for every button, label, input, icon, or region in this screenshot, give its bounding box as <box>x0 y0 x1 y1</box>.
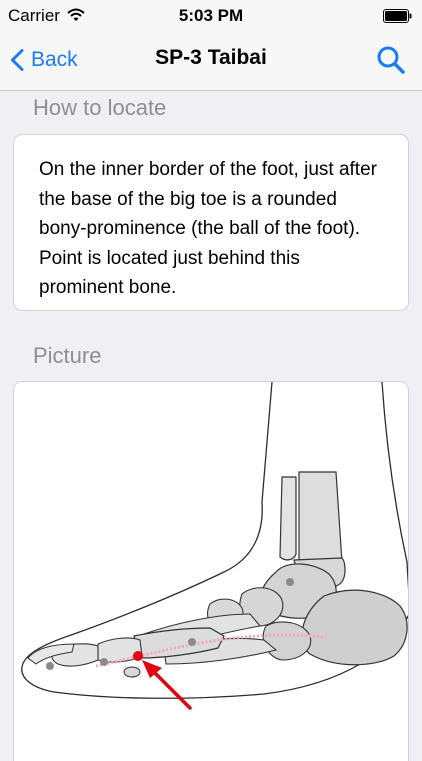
acupoint-marker <box>286 578 294 586</box>
acupoint-marker <box>188 638 196 646</box>
back-chevron-icon <box>11 49 24 71</box>
locate-description: On the inner border of the foot, just af… <box>39 159 377 298</box>
calcaneus <box>301 589 408 666</box>
acupoint-sp3-marker <box>133 651 143 661</box>
battery-icon <box>383 9 412 23</box>
locate-card: On the inner border of the foot, just af… <box>13 134 409 311</box>
section-header-how-to-locate: How to locate <box>33 95 167 120</box>
cuboid <box>262 621 312 661</box>
fibula <box>279 476 297 561</box>
back-button[interactable]: Back <box>10 42 78 78</box>
section-header-picture: Picture <box>33 343 102 368</box>
sesamoid-bone <box>123 666 141 678</box>
back-label: Back <box>31 48 78 71</box>
navigation-bar: Back SP-3 Taibai <box>0 32 422 91</box>
picture-card <box>13 381 409 761</box>
search-icon[interactable] <box>374 42 408 78</box>
acupoint-marker <box>46 662 54 670</box>
clock: 5:03 PM <box>178 6 244 25</box>
acupoint-marker <box>100 658 108 666</box>
status-bar: Carrier 5:03 PM <box>0 0 422 32</box>
foot-skeleton-illustration <box>21 382 408 710</box>
tibia <box>298 471 343 568</box>
